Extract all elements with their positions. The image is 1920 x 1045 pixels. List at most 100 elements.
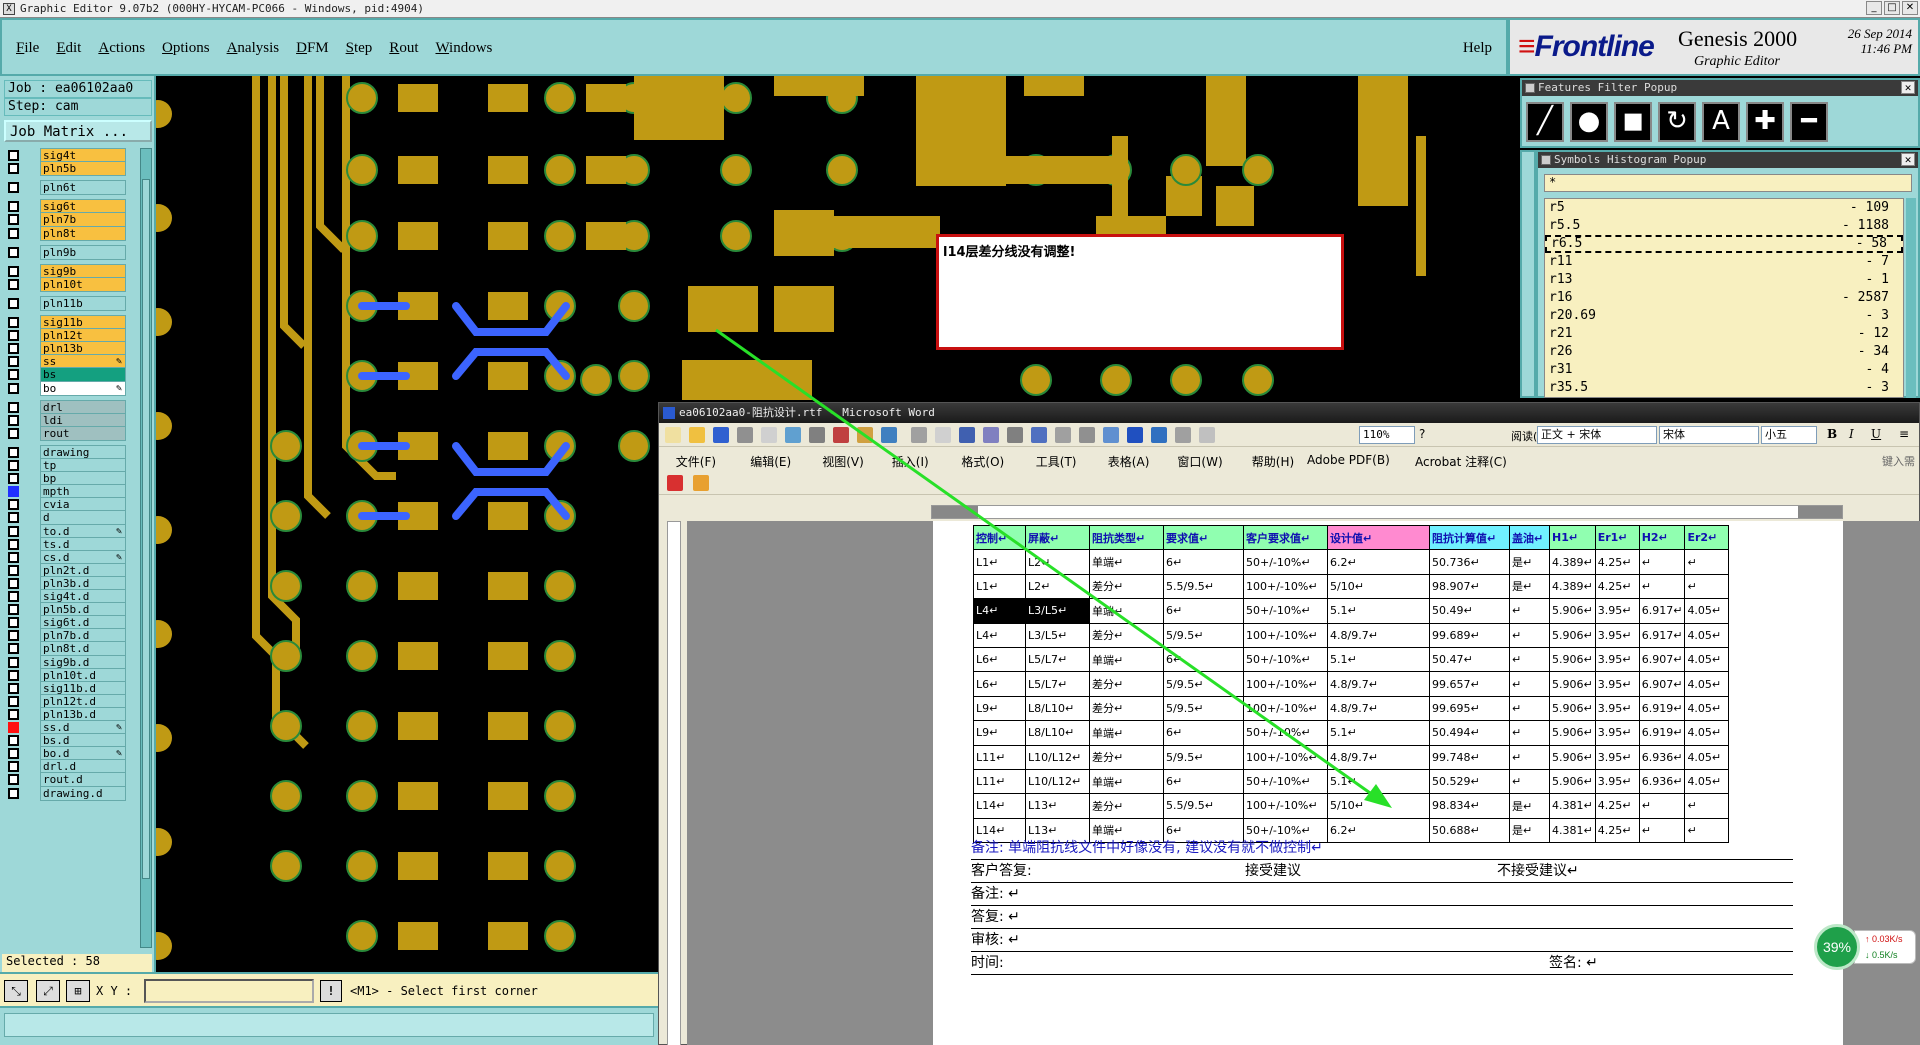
table-cell[interactable]: 6.917↵: [1638, 598, 1686, 624]
toolbar-button-icon[interactable]: [1079, 427, 1095, 443]
table-cell[interactable]: 4.8/9.7↵: [1327, 695, 1430, 722]
table-cell[interactable]: 6.919↵: [1638, 720, 1686, 746]
table-cell[interactable]: 4.389↵: [1549, 549, 1596, 575]
table-cell[interactable]: 是↵: [1509, 793, 1550, 819]
pdf-mail-icon[interactable]: [693, 475, 709, 491]
table-cell[interactable]: 单端↵: [1089, 549, 1164, 575]
table-cell[interactable]: 5.1↵: [1327, 598, 1430, 624]
layer-checkbox[interactable]: [8, 538, 19, 550]
layer-checkbox[interactable]: [8, 551, 19, 563]
table-cell[interactable]: 5.906↵: [1549, 720, 1596, 746]
symbol-row[interactable]: r35.5- 3: [1545, 379, 1903, 397]
toolbar-button-icon[interactable]: [983, 427, 999, 443]
line-filter-icon[interactable]: ╱: [1526, 102, 1564, 142]
table-cell[interactable]: 6↵: [1163, 646, 1244, 673]
maximize-button[interactable]: □: [1884, 1, 1900, 15]
table-cell[interactable]: 100+/-10%↵: [1243, 573, 1328, 600]
menu-options[interactable]: Options: [162, 40, 210, 57]
layer-checkbox[interactable]: [8, 748, 19, 760]
layer-checkbox[interactable]: [8, 486, 19, 498]
font-select[interactable]: 宋体: [1659, 426, 1759, 444]
toolbar-button-icon[interactable]: [1175, 427, 1191, 443]
symbol-row[interactable]: r5.5- 1188: [1545, 217, 1903, 235]
plus-icon[interactable]: ✚: [1746, 102, 1784, 142]
toolbar-button-icon[interactable]: [665, 427, 681, 443]
pan-tool-icon[interactable]: ⤢: [36, 980, 60, 1002]
word-menu-item[interactable]: 文件(F): [676, 453, 716, 470]
toolbar-button-icon[interactable]: [1055, 427, 1071, 443]
symbol-filter-input[interactable]: *: [1544, 174, 1912, 192]
layer-checkbox[interactable]: [8, 414, 19, 426]
table-cell[interactable]: 是↵: [1509, 549, 1550, 575]
table-cell[interactable]: 5/10↵: [1327, 793, 1430, 819]
layer-checkbox[interactable]: [8, 446, 19, 458]
pad-filter-icon[interactable]: ●: [1570, 102, 1608, 142]
layer-checkbox[interactable]: [8, 722, 19, 733]
table-cell[interactable]: 6.917↵: [1638, 622, 1686, 648]
grid-tool-icon[interactable]: ⊞: [66, 980, 90, 1002]
table-cell[interactable]: 5.906↵: [1549, 646, 1596, 673]
layer-checkbox[interactable]: [8, 708, 19, 720]
horizontal-ruler[interactable]: [931, 505, 1843, 519]
layer-checkbox[interactable]: [8, 617, 19, 629]
table-cell[interactable]: L2↵: [1025, 549, 1090, 575]
xy-input[interactable]: [144, 979, 314, 1003]
table-cell[interactable]: ↵: [1509, 744, 1550, 770]
layer-checkbox[interactable]: [8, 564, 19, 576]
table-cell[interactable]: 4.05↵: [1684, 598, 1730, 624]
layer-name[interactable]: pln6t: [40, 180, 126, 196]
table-cell[interactable]: 6.2↵: [1327, 549, 1430, 575]
table-cell[interactable]: 6.907↵: [1638, 671, 1686, 697]
menu-rout[interactable]: Rout: [389, 40, 418, 57]
menu-analysis[interactable]: Analysis: [227, 40, 280, 57]
table-cell[interactable]: 50.49↵: [1429, 598, 1510, 624]
menu-edit[interactable]: Edit: [56, 40, 81, 57]
table-cell[interactable]: 5.906↵: [1549, 671, 1596, 697]
table-cell[interactable]: 6.936↵: [1638, 744, 1686, 770]
layer-checkbox[interactable]: [8, 656, 19, 668]
table-cell[interactable]: L10/L12↵: [1025, 768, 1090, 795]
table-cell[interactable]: 5.906↵: [1549, 768, 1596, 795]
layer-row[interactable]: pln10t: [4, 276, 128, 292]
table-cell[interactable]: 3.95↵: [1594, 622, 1640, 648]
table-cell[interactable]: ↵: [1684, 793, 1730, 819]
layer-row[interactable]: pln6t: [4, 180, 128, 196]
table-cell[interactable]: 4.25↵: [1594, 573, 1640, 600]
layer-checkbox[interactable]: [8, 278, 19, 290]
table-cell[interactable]: 单端↵: [1089, 646, 1164, 673]
layer-checkbox[interactable]: [8, 150, 19, 161]
table-cell[interactable]: 差分↵: [1089, 622, 1164, 648]
symbol-row[interactable]: r11- 7: [1545, 253, 1903, 271]
toolbar-button-icon[interactable]: [809, 427, 825, 443]
table-cell[interactable]: 3.95↵: [1594, 598, 1640, 624]
table-cell[interactable]: 50+/-10%↵: [1243, 549, 1328, 575]
layer-checkbox[interactable]: [8, 369, 19, 381]
layer-checkbox[interactable]: [8, 227, 19, 239]
table-cell[interactable]: 4.05↵: [1684, 622, 1730, 648]
table-cell[interactable]: 差分↵: [1089, 573, 1164, 600]
table-cell[interactable]: 50+/-10%↵: [1243, 720, 1328, 746]
table-cell[interactable]: L8/L10↵: [1025, 695, 1090, 722]
table-cell[interactable]: ↵: [1638, 793, 1686, 819]
table-cell[interactable]: 50.529↵: [1429, 768, 1510, 795]
toolbar-button-icon[interactable]: [1031, 427, 1047, 443]
layer-checkbox[interactable]: [8, 330, 19, 342]
table-cell[interactable]: 99.748↵: [1429, 744, 1510, 770]
layer-name[interactable]: pln8t: [40, 225, 126, 241]
table-cell[interactable]: 4.25↵: [1594, 549, 1640, 575]
word-menu-item[interactable]: 表格(A): [1108, 453, 1150, 470]
table-cell[interactable]: ↵: [1638, 549, 1686, 575]
surface-filter-icon[interactable]: ◼: [1614, 102, 1652, 142]
layer-checkbox[interactable]: [8, 246, 19, 258]
layer-row[interactable]: pln5b: [4, 161, 128, 177]
toolbar-button-icon[interactable]: [935, 427, 951, 443]
close-icon[interactable]: ✕: [1901, 153, 1915, 166]
table-cell[interactable]: L4↵: [973, 622, 1026, 648]
minimize-button[interactable]: _: [1866, 1, 1882, 15]
table-cell[interactable]: L11↵: [973, 768, 1026, 795]
table-cell[interactable]: ↵: [1509, 768, 1550, 795]
table-cell[interactable]: ↵: [1509, 720, 1550, 746]
layer-row[interactable]: drawing.d: [4, 785, 128, 801]
table-cell[interactable]: ↵: [1509, 646, 1550, 673]
layer-checkbox[interactable]: [8, 265, 19, 277]
